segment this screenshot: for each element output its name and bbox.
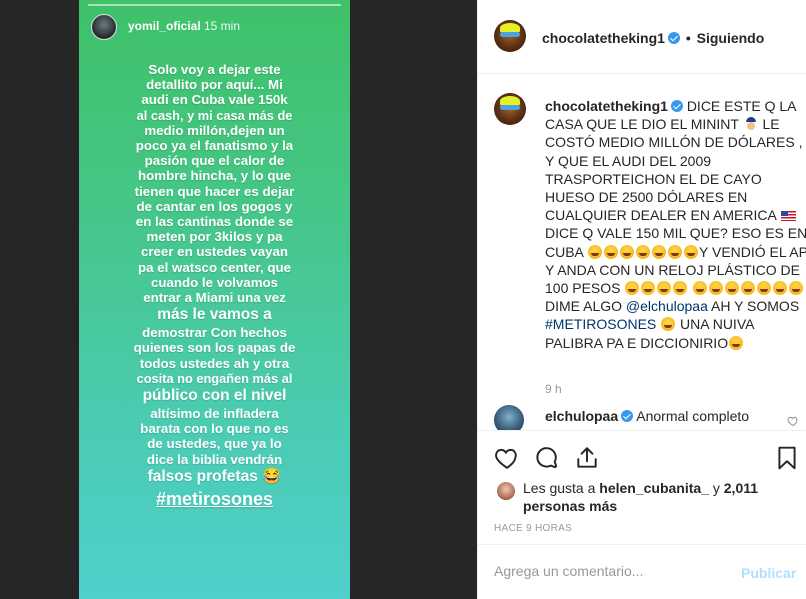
caption-timestamp: 9 h — [545, 382, 562, 396]
story-line: entrar a Miami una vez — [143, 290, 286, 306]
story-line: cuando le volvamos — [150, 274, 279, 290]
rofl-emoji-icon — [641, 281, 656, 296]
rofl-emoji-icon — [773, 281, 788, 296]
caption-avatar[interactable] — [494, 93, 526, 125]
verified-badge-icon — [621, 410, 634, 422]
story-card[interactable]: yomil_oficial 15 min Solo voy a dejar es… — [79, 0, 350, 599]
action-bar — [478, 430, 806, 475]
comments-area[interactable]: chocolatetheking1 DICE ESTE Q LA CASA QU… — [478, 75, 806, 430]
story-line: al cash, y mi casa más de — [136, 107, 293, 123]
rofl-emoji-icon — [741, 281, 756, 296]
rofl-emoji-icon — [693, 281, 708, 296]
rofl-emoji-icon — [604, 244, 619, 259]
story-line: medio millón,dejen un — [144, 122, 285, 138]
add-comment-section: Publicar — [478, 544, 806, 599]
comment-body: Anormal completo — [636, 408, 750, 424]
post-header: chocolatetheking1 • Siguiendo — [478, 0, 806, 74]
story-line: falsos profetas 😂 — [147, 467, 282, 485]
caption-username[interactable]: chocolatetheking1 — [545, 98, 668, 114]
liker-avatar[interactable] — [497, 482, 515, 500]
rofl-emoji-icon — [673, 281, 688, 296]
mention-link[interactable]: @elchulopaa — [626, 298, 708, 314]
author-avatar[interactable] — [494, 20, 526, 52]
liker-username[interactable]: helen_cubanita_ — [599, 480, 709, 496]
story-progress-bar — [88, 4, 341, 6]
rofl-emoji-icon — [789, 281, 804, 296]
story-line: más le vamos a — [157, 306, 272, 324]
rofl-emoji-icon — [636, 244, 651, 259]
story-line: poco ya el fanatismo y la — [135, 138, 294, 154]
commenter-username[interactable]: elchulopaa — [545, 408, 618, 424]
story-line: demostrar Con hechos — [142, 325, 287, 341]
story-line: audi en Cuba vale 150k — [141, 92, 288, 108]
post-date[interactable]: HACE 9 HORAS — [494, 523, 572, 534]
rofl-emoji-icon — [652, 244, 667, 259]
police-emoji-icon — [744, 117, 758, 131]
rofl-emoji-icon — [661, 317, 676, 332]
rofl-emoji-icon — [625, 281, 640, 296]
story-line: pa el watsco center, que — [138, 259, 291, 275]
comment-text: elchulopaa Anormal completo — [545, 408, 749, 424]
caption-part-2: LE COSTÓ MEDIO MILLÓN DE DÓLARES , Y QUE… — [545, 116, 803, 224]
comment-input[interactable] — [494, 563, 734, 579]
following-button[interactable]: Siguiendo — [697, 30, 765, 46]
story-backdrop: yomil_oficial 15 min Solo voy a dejar es… — [0, 0, 477, 599]
story-line: detallito por aquí... Mi — [146, 77, 283, 93]
story-line: barata con lo que no es — [140, 421, 289, 437]
verified-badge-icon — [670, 100, 683, 112]
caption-part-6: AH Y SOMOS — [710, 298, 800, 315]
story-line: tienen que hacer es dejar — [134, 183, 295, 199]
verified-badge-icon — [667, 32, 680, 44]
rofl-emoji-icon — [588, 244, 603, 259]
story-line: hombre hincha, y lo que — [138, 168, 291, 184]
story-line: creer en ustedes vayan — [140, 244, 289, 260]
story-username[interactable]: yomil_oficial — [128, 19, 201, 33]
likes-connector: y — [712, 480, 720, 496]
story-line: todos ustedes ah y otra — [139, 355, 290, 371]
story-line: quienes son los papas de — [133, 340, 296, 356]
us-flag-emoji-icon — [780, 211, 796, 222]
story-line: cosita no engañen más al — [136, 370, 293, 386]
rofl-emoji-icon — [757, 281, 772, 296]
story-line: altísimo de infladera — [150, 406, 279, 422]
heart-icon[interactable] — [494, 445, 520, 471]
rofl-emoji-icon — [684, 244, 699, 259]
rofl-emoji-icon — [709, 281, 724, 296]
story-line: de cantar en los gogos y — [136, 198, 293, 214]
story-line: Solo voy a dejar este — [148, 62, 281, 77]
story-text: Solo voy a dejar este detallito por aquí.… — [89, 62, 340, 511]
hashtag-link[interactable]: #METIROSONES — [545, 316, 656, 332]
caption-part-5: DIME ALGO — [545, 298, 623, 315]
story-line: dice la biblia vendrán — [146, 451, 283, 467]
comment-like-heart-icon[interactable] — [787, 415, 799, 427]
rofl-emoji-icon — [725, 281, 740, 296]
story-line: de ustedes, que ya lo — [147, 436, 282, 452]
post-panel: chocolatetheking1 • Siguiendo chocolatet… — [477, 0, 806, 599]
caption-text: chocolatetheking1 DICE ESTE Q LA CASA QU… — [545, 97, 806, 352]
story-line: pasión que el calor de — [144, 153, 285, 169]
rofl-emoji-icon — [729, 335, 744, 350]
publish-button[interactable]: Publicar — [741, 565, 796, 581]
story-line: público con el nivel — [142, 387, 287, 405]
commenter-avatar[interactable] — [494, 405, 524, 430]
story-timestamp: 15 min — [204, 19, 241, 33]
bookmark-icon[interactable] — [774, 445, 800, 471]
author-username[interactable]: chocolatetheking1 — [542, 30, 665, 46]
story-line: en las cantinas donde se — [135, 214, 294, 230]
comment-icon[interactable] — [534, 445, 560, 471]
rofl-emoji-icon — [668, 244, 683, 259]
rofl-emoji-icon — [657, 281, 672, 296]
share-icon[interactable] — [574, 445, 600, 471]
rofl-emoji-icon — [620, 244, 635, 259]
likes-prefix: Les gusta a — [523, 480, 596, 496]
header-separator: • — [685, 30, 691, 46]
story-hashtag[interactable]: #metirosones — [89, 487, 340, 511]
story-avatar[interactable] — [91, 14, 117, 40]
story-line: meten por 3kilos y pa — [146, 229, 283, 245]
